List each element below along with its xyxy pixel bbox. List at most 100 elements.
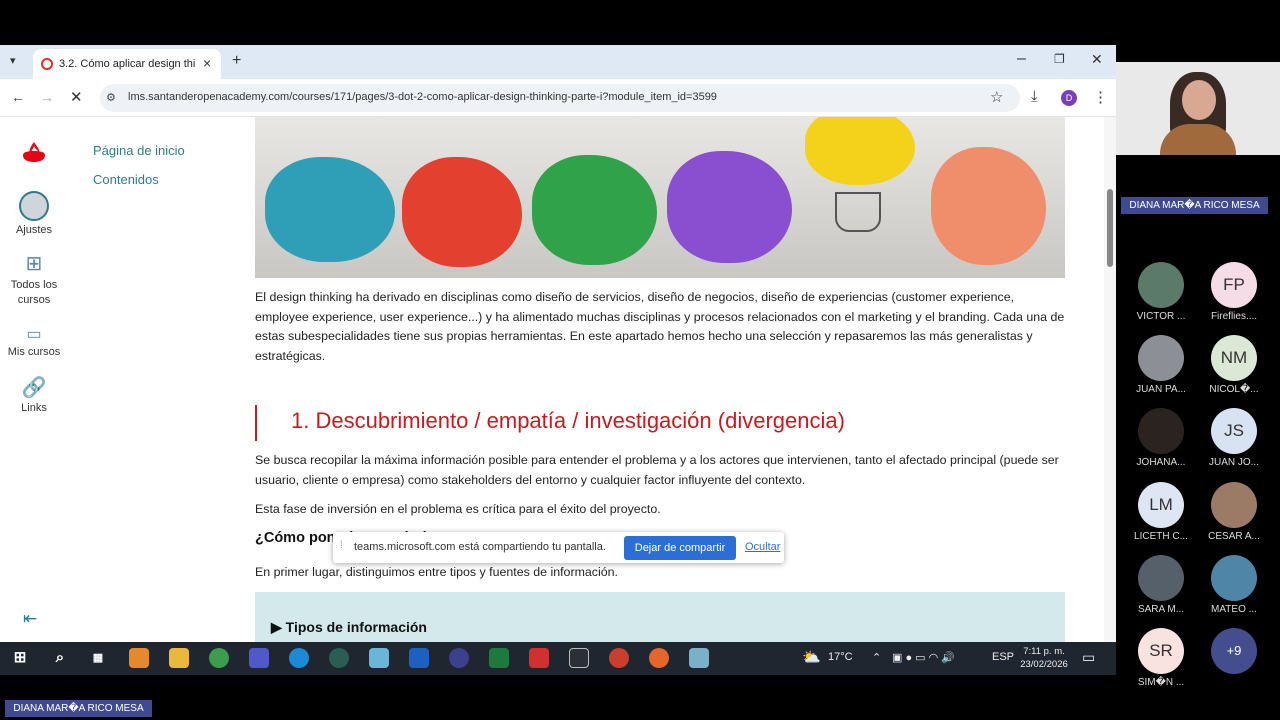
back-icon[interactable]: ←: [11, 89, 25, 105]
toolbar: ← → ✕ ⚙ lms.santanderopenacademy.com/cou…: [0, 79, 1116, 117]
intro-paragraph: El design thinking ha derivado en discip…: [255, 290, 1065, 363]
participant-tile[interactable]: FP Fireflies....: [1202, 262, 1266, 322]
participant-tile[interactable]: SARA M...: [1129, 555, 1193, 615]
participant-name: SIM�N ...: [1137, 677, 1185, 688]
participant-name: LICETH C...: [1134, 531, 1188, 542]
url-text: lms.santanderopenacademy.com/courses/171…: [128, 91, 717, 103]
close-tab-icon[interactable]: ×: [203, 55, 211, 71]
weather-icon[interactable]: ⛅: [802, 648, 821, 666]
tray-icons[interactable]: ▣ ● ▭ ◠ 🔊: [892, 651, 955, 664]
close-window-icon[interactable]: ✕: [1091, 51, 1103, 68]
page-scrollbar[interactable]: [1104, 117, 1116, 642]
section-heading-text: 1. Descubrimiento / empatía / investigac…: [291, 408, 845, 433]
scrollbar-thumb[interactable]: [1107, 189, 1113, 267]
file-explorer-icon[interactable]: [169, 648, 189, 668]
nav-links[interactable]: 🔗 Links: [0, 375, 68, 414]
forward-icon[interactable]: →: [40, 89, 54, 105]
new-tab-icon[interactable]: +: [232, 52, 241, 70]
notification-icon[interactable]: ▭: [1082, 649, 1095, 666]
paragraph-3: En primer lugar, distinguimos entre tipo…: [255, 565, 618, 579]
participant-name: JOHANA...: [1136, 457, 1186, 468]
participant-avatar: [1211, 555, 1257, 601]
hero-image: [255, 117, 1065, 278]
teams-icon[interactable]: [249, 648, 269, 668]
browser-tab[interactable]: 3.2. Cómo aplicar design thinking ×: [33, 49, 221, 79]
participant-avatar: NM: [1211, 335, 1257, 381]
screen-share-banner: ⁞ teams.microsoft.com está compartiendo …: [333, 532, 784, 563]
participant-tile[interactable]: LM LICETH C...: [1129, 482, 1193, 542]
task-view-icon[interactable]: ▦: [88, 648, 108, 668]
security-icon[interactable]: [569, 648, 589, 668]
acrobat-icon[interactable]: [529, 648, 549, 668]
windows-taskbar: ⊞ ⌕ ▦ ⛅ 17°C ⌃ ▣ ● ▭ ◠ 🔊 ESP 7:11 p. m. …: [0, 642, 1116, 675]
participant-tile[interactable]: NM NICOL�...: [1202, 335, 1266, 395]
participant-name: VICTOR ...: [1136, 311, 1186, 322]
participant-tile[interactable]: JUAN PA...: [1129, 335, 1193, 395]
stop-sharing-button[interactable]: Dejar de compartir: [624, 536, 736, 560]
edge-icon[interactable]: [289, 648, 309, 668]
language-indicator[interactable]: ESP: [992, 651, 1014, 663]
laptop-icon: ▭: [26, 326, 42, 343]
paragraph-2: Esta fase de inversión en el problema es…: [255, 502, 661, 516]
course-nav-contents[interactable]: Contenidos: [93, 172, 185, 187]
presenter-video: [1116, 62, 1280, 155]
word-icon[interactable]: [409, 648, 429, 668]
more-participants-button[interactable]: +9: [1202, 628, 1266, 674]
tab-bar: ▾ 3.2. Cómo aplicar design thinking × + …: [0, 45, 1116, 79]
profile-avatar[interactable]: D: [1061, 90, 1077, 106]
nav-my-courses[interactable]: ▭ Mis cursos: [0, 324, 68, 358]
minimize-icon[interactable]: –: [1017, 50, 1026, 68]
screen-share-name-tag: DIANA MAR�A RICO MESA: [5, 700, 152, 717]
participant-tile[interactable]: SR SIM�N ...: [1129, 628, 1193, 688]
app-icon[interactable]: [329, 648, 349, 668]
info-types-disclosure[interactable]: ▶ Tipos de información: [255, 592, 1065, 642]
participant-tile[interactable]: VICTOR ...: [1129, 262, 1193, 322]
address-bar[interactable]: ⚙ lms.santanderopenacademy.com/courses/1…: [100, 84, 1020, 112]
excel-icon[interactable]: [489, 648, 509, 668]
tray-overflow-icon[interactable]: ⌃: [872, 651, 881, 664]
clock[interactable]: 7:11 p. m. 23/02/2026: [1018, 645, 1070, 671]
participant-tile[interactable]: JOHANA...: [1129, 408, 1193, 468]
participant-avatar: FP: [1211, 262, 1257, 308]
share-message: teams.microsoft.com está compartiendo tu…: [354, 541, 606, 553]
course-nav-home[interactable]: Página de inicio: [93, 143, 185, 158]
chrome-profile-icon[interactable]: [449, 648, 469, 668]
participant-avatar: [1211, 482, 1257, 528]
favicon-icon: [41, 58, 53, 70]
santander-logo-icon[interactable]: [21, 141, 47, 163]
bookmark-star-icon[interactable]: ☆: [990, 88, 1003, 106]
nav-all-courses[interactable]: ⊞ Todos los cursos: [0, 251, 68, 308]
info-types-summary[interactable]: ▶ Tipos de información: [271, 619, 427, 636]
stop-loading-icon[interactable]: ✕: [70, 88, 83, 106]
paint-icon[interactable]: [689, 648, 709, 668]
drag-handle-icon[interactable]: ⁞: [340, 540, 343, 551]
tab-list-icon[interactable]: ▾: [10, 54, 16, 67]
nav-all-courses-label: Todos los cursos: [10, 279, 58, 306]
nav-links-label: Links: [21, 402, 47, 414]
participant-name: JUAN JO...: [1208, 457, 1259, 468]
tab-title: 3.2. Cómo aplicar design thinking: [59, 58, 195, 70]
participant-tile[interactable]: JS JUAN JO...: [1202, 408, 1266, 468]
notes-icon[interactable]: [369, 648, 389, 668]
widgets-icon[interactable]: [129, 648, 149, 668]
participant-tile[interactable]: MATEO ...: [1202, 555, 1266, 615]
start-icon[interactable]: ⊞: [10, 648, 30, 668]
nav-settings[interactable]: Ajustes: [0, 191, 68, 236]
hide-banner-link[interactable]: Ocultar: [745, 541, 780, 553]
site-info-icon[interactable]: ⚙: [106, 91, 116, 104]
download-icon[interactable]: ⤓: [1031, 88, 1038, 105]
collapse-nav-icon[interactable]: ⇤: [23, 609, 37, 629]
chrome-icon[interactable]: [209, 648, 229, 668]
menu-icon[interactable]: ⋮: [1093, 88, 1108, 106]
grid-icon: ⊞: [25, 253, 43, 275]
search-icon[interactable]: ⌕: [50, 648, 70, 668]
participant-name: NICOL�...: [1209, 384, 1259, 395]
avatar-icon: [19, 191, 49, 221]
participant-tile[interactable]: CESAR A...: [1202, 482, 1266, 542]
restore-icon[interactable]: ❐: [1054, 52, 1065, 66]
weather-temp[interactable]: 17°C: [828, 651, 853, 663]
global-nav: Ajustes ⊞ Todos los cursos ▭ Mis cursos …: [0, 117, 68, 642]
participant-avatar: JS: [1211, 408, 1257, 454]
powerpoint-icon[interactable]: [609, 648, 629, 668]
firefox-icon[interactable]: [649, 648, 669, 668]
